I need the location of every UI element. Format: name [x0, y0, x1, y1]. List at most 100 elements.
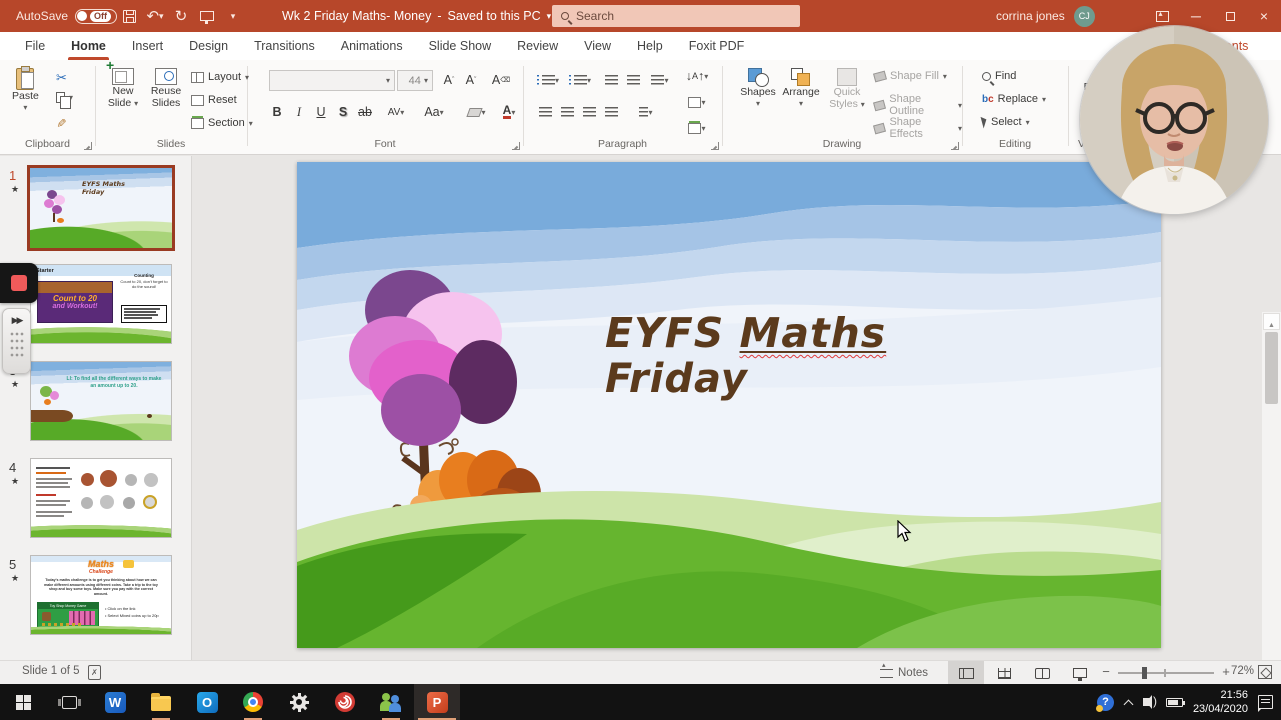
- character-spacing-button[interactable]: AV ▾: [381, 102, 411, 122]
- slide-title-textbox[interactable]: EYFS Maths Friday: [605, 310, 886, 402]
- slide-thumbnail-4[interactable]: [30, 458, 172, 538]
- start-button[interactable]: [0, 684, 46, 720]
- taskbar-spiral-app[interactable]: [322, 684, 368, 720]
- text-direction-button[interactable]: ↓ A ↑ ▾: [681, 66, 713, 86]
- slide-show-button[interactable]: [1062, 661, 1098, 685]
- tab-design[interactable]: Design: [176, 32, 241, 60]
- avatar[interactable]: CJ: [1073, 5, 1095, 27]
- shape-effects-button[interactable]: Shape Effects ▾: [873, 116, 962, 140]
- customize-qat-button[interactable]: ▾: [220, 0, 246, 32]
- recorder-toolbar-handle[interactable]: ▶▶: [2, 308, 31, 374]
- find-button[interactable]: Find: [982, 70, 1016, 82]
- layout-button[interactable]: Layout ▾: [191, 71, 249, 83]
- autosave-toggle[interactable]: AutoSave Off: [16, 0, 118, 32]
- drawing-dialog-launcher[interactable]: [951, 142, 959, 150]
- fit-slide-to-window-button[interactable]: [1258, 665, 1272, 679]
- font-size-combo[interactable]: 44 ▾: [397, 70, 433, 91]
- tab-animations[interactable]: Animations: [328, 32, 416, 60]
- taskbar-settings[interactable]: [276, 684, 322, 720]
- slide-thumbnail-2[interactable]: Starter Count to 20 and Workout! Countin…: [30, 264, 172, 344]
- slide-thumbnail-3[interactable]: LI: To find all the different ways to ma…: [30, 361, 172, 441]
- task-view-button[interactable]: [46, 684, 92, 720]
- clear-formatting-button[interactable]: A ⌫: [491, 70, 511, 90]
- clipboard-dialog-launcher[interactable]: [84, 142, 92, 150]
- reuse-slides-button[interactable]: Reuse Slides: [145, 68, 187, 109]
- taskbar-outlook[interactable]: O: [184, 684, 230, 720]
- slide-thumbnail-1[interactable]: EYFS Maths Friday: [27, 165, 175, 251]
- slide-sorter-view-button[interactable]: [986, 661, 1022, 685]
- select-button[interactable]: Select ▾: [980, 115, 1030, 129]
- shapes-button[interactable]: Shapes ▾: [736, 68, 780, 110]
- notes-button[interactable]: Notes: [880, 661, 928, 683]
- taskbar-powerpoint[interactable]: P: [414, 684, 460, 720]
- line-spacing-button[interactable]: ▾: [647, 70, 673, 90]
- restore-button[interactable]: [1213, 0, 1247, 32]
- change-case-button[interactable]: Aa ▾: [419, 102, 449, 122]
- new-slide-button[interactable]: NewSlide ▾: [103, 59, 143, 110]
- tab-home[interactable]: Home: [58, 32, 119, 60]
- tab-view[interactable]: View: [571, 32, 624, 60]
- zoom-slider-thumb[interactable]: [1142, 667, 1147, 679]
- zoom-level[interactable]: 72%: [1231, 665, 1254, 677]
- document-title[interactable]: Wk 2 Friday Maths- Money - Saved to this…: [282, 0, 551, 32]
- cut-button[interactable]: ✂: [56, 70, 67, 86]
- scroll-up-button[interactable]: [1263, 313, 1280, 330]
- paste-button[interactable]: Paste ▾: [12, 66, 39, 114]
- highlight-color-button[interactable]: ▾: [463, 102, 491, 122]
- italic-button[interactable]: I: [289, 102, 309, 122]
- increase-indent-button[interactable]: [623, 70, 643, 90]
- volume-icon[interactable]: [1142, 694, 1157, 709]
- text-shadow-button[interactable]: S: [333, 102, 353, 122]
- vertical-scrollbar[interactable]: ▲ ▼: [1262, 312, 1281, 720]
- tab-transitions[interactable]: Transitions: [241, 32, 328, 60]
- tab-review[interactable]: Review: [504, 32, 571, 60]
- decrease-indent-button[interactable]: [601, 70, 621, 90]
- redo-button[interactable]: ↻: [168, 0, 194, 32]
- quick-styles-button[interactable]: Quick Styles ▾: [824, 68, 870, 111]
- undo-button[interactable]: ↶ ▾: [142, 0, 168, 32]
- tab-help[interactable]: Help: [624, 32, 676, 60]
- scrollbar-thumb[interactable]: [1265, 332, 1278, 404]
- justify-button[interactable]: [601, 102, 621, 122]
- start-presentation-button[interactable]: [194, 0, 220, 32]
- font-dialog-launcher[interactable]: [512, 142, 520, 150]
- show-hidden-icons-button[interactable]: [1124, 698, 1133, 707]
- font-name-combo[interactable]: ▾: [269, 70, 395, 91]
- strikethrough-button[interactable]: ab: [355, 102, 375, 122]
- convert-smartart-button[interactable]: ▾: [681, 118, 713, 138]
- align-text-button[interactable]: ▾: [681, 92, 713, 112]
- reading-view-button[interactable]: [1024, 661, 1060, 685]
- user-account[interactable]: corrina jones CJ: [996, 0, 1095, 32]
- search-box[interactable]: [552, 5, 800, 27]
- tab-insert[interactable]: Insert: [119, 32, 176, 60]
- zoom-out-button[interactable]: −: [1098, 664, 1114, 679]
- bold-button[interactable]: B: [267, 102, 287, 122]
- action-center-button[interactable]: [1258, 695, 1273, 712]
- search-input[interactable]: [576, 9, 776, 23]
- align-right-button[interactable]: [579, 102, 599, 122]
- increase-font-size-button[interactable]: Aˆ: [439, 70, 459, 90]
- zoom-slider[interactable]: [1118, 667, 1214, 679]
- align-left-button[interactable]: [535, 102, 555, 122]
- shape-outline-button[interactable]: Shape Outline ▾: [873, 93, 962, 117]
- slide-editing-surface[interactable]: EYFS Maths Friday: [297, 162, 1161, 648]
- format-painter-button[interactable]: ✎: [54, 116, 68, 130]
- taskbar-word[interactable]: W: [92, 684, 138, 720]
- tab-file[interactable]: File: [12, 32, 58, 60]
- copy-button[interactable]: ▾: [56, 92, 73, 109]
- battery-icon[interactable]: [1165, 697, 1185, 707]
- help-tray-icon[interactable]: ?: [1095, 693, 1114, 712]
- taskbar-clock[interactable]: 21:56 23/04/2020: [1193, 688, 1248, 716]
- slide-canvas[interactable]: EYFS Maths Friday: [193, 156, 1262, 660]
- shape-fill-button[interactable]: Shape Fill ▾: [873, 70, 947, 82]
- tab-slide-show[interactable]: Slide Show: [416, 32, 505, 60]
- align-center-button[interactable]: [557, 102, 577, 122]
- section-button[interactable]: Section ▾: [191, 115, 253, 129]
- replace-button[interactable]: bc Replace ▾: [982, 93, 1046, 105]
- recording-stop-button[interactable]: [0, 263, 38, 303]
- columns-button[interactable]: ▾: [633, 102, 659, 122]
- numbering-button[interactable]: ▾: [567, 70, 593, 90]
- normal-view-button[interactable]: [948, 661, 984, 685]
- arrange-button[interactable]: Arrange ▾: [778, 68, 824, 110]
- proofing-errors-icon[interactable]: ✗: [88, 665, 101, 680]
